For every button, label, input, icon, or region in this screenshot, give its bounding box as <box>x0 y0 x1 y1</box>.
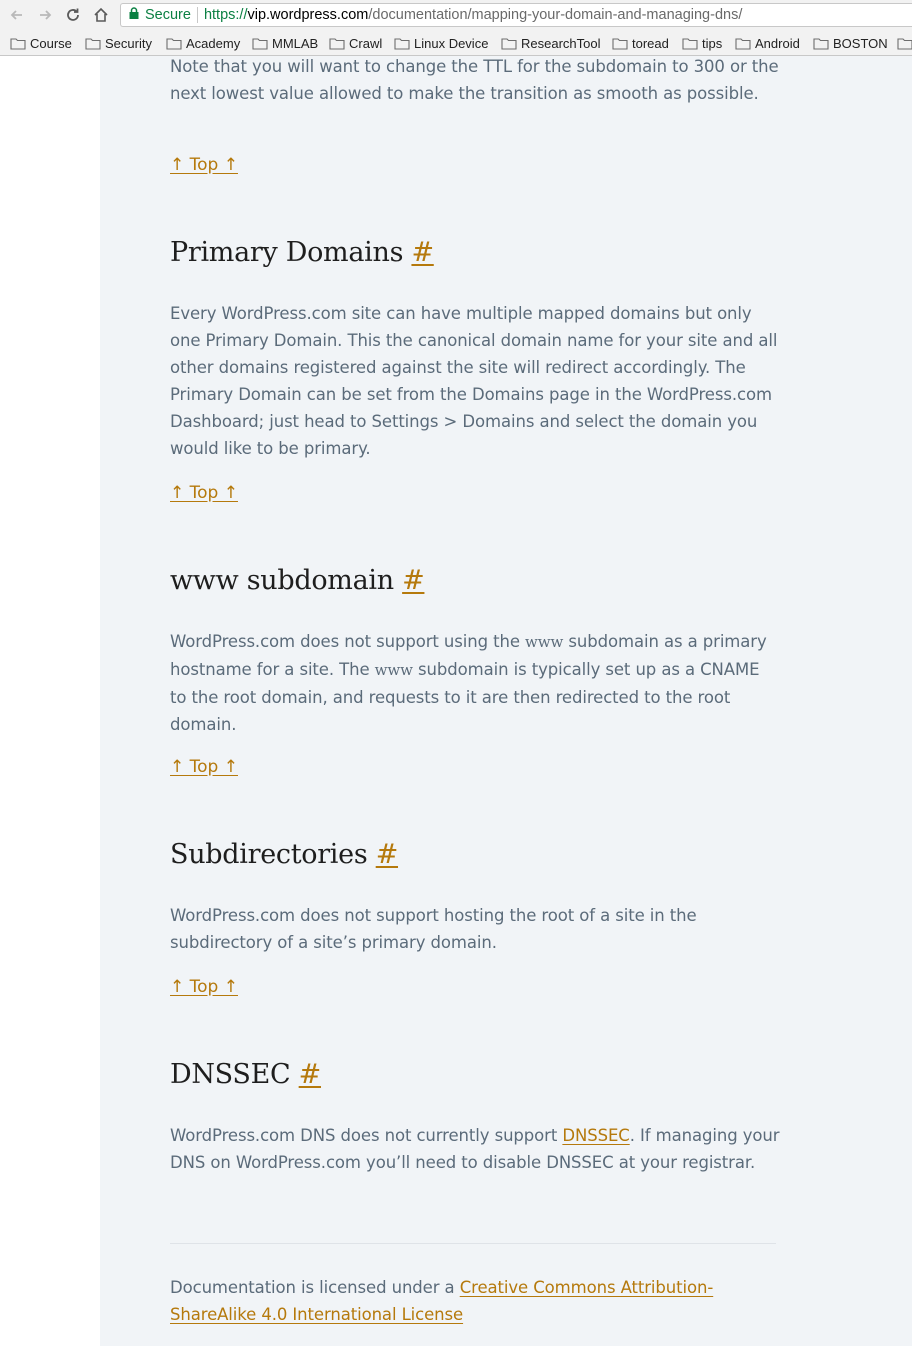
heading-anchor-link[interactable]: # <box>402 565 425 596</box>
secure-label: Secure <box>145 7 191 23</box>
folder-icon <box>329 37 345 50</box>
heading-text: DNSSEC <box>170 1059 291 1090</box>
bookmark-folder-linux-device[interactable]: Linux Device <box>394 35 488 51</box>
reload-icon <box>67 8 79 21</box>
arrow-left-icon <box>10 10 22 20</box>
heading-text: Subdirectories <box>170 839 368 870</box>
arrow-right-icon <box>40 10 52 20</box>
back-to-top-link[interactable]: ↑ Top ↑ <box>170 755 238 779</box>
forward-button[interactable] <box>34 4 56 26</box>
dnssec-paragraph: WordPress.com DNS does not currently sup… <box>170 1126 780 1172</box>
folder-icon <box>682 37 698 50</box>
home-button[interactable] <box>90 4 112 26</box>
license-footer: Documentation is licensed under a Creati… <box>170 1278 714 1324</box>
heading-text: Primary Domains <box>170 237 404 268</box>
bookmark-folder-crawl[interactable]: Crawl <box>329 35 382 51</box>
bookmark-folder-course[interactable]: Course <box>10 35 72 51</box>
bookmark-folder-academy[interactable]: Academy <box>166 35 240 51</box>
folder-icon <box>735 37 751 50</box>
heading-anchor-link[interactable]: # <box>299 1059 322 1090</box>
bookmark-folder-android[interactable]: Android <box>735 35 800 51</box>
back-to-top-link[interactable]: ↑ Top ↑ <box>170 481 238 505</box>
back-button[interactable] <box>6 4 28 26</box>
heading-anchor-link[interactable]: # <box>411 237 434 268</box>
code-www: www <box>525 633 564 651</box>
url-scheme: https:// <box>203 7 248 23</box>
back-to-top-link[interactable]: ↑ Top ↑ <box>170 153 238 177</box>
folder-icon <box>85 37 101 50</box>
lock-icon <box>129 7 139 23</box>
code-www: www <box>374 661 413 679</box>
bookmark-folder-boston[interactable]: BOSTON <box>813 35 888 51</box>
bookmark-folder-security[interactable]: Security <box>85 35 152 51</box>
section-heading-primary-domains: Primary Domains # <box>170 235 434 271</box>
folder-icon <box>166 37 182 50</box>
folder-icon <box>897 37 912 50</box>
section-heading-dnssec: DNSSEC # <box>170 1057 321 1093</box>
url-path: /documentation/mapping-your-domain-and-m… <box>368 7 743 23</box>
back-to-top-link[interactable]: ↑ Top ↑ <box>170 975 238 999</box>
heading-anchor-link[interactable]: # <box>376 839 399 870</box>
reload-button[interactable] <box>62 4 84 26</box>
page-viewport: Note that you will want to change the TT… <box>0 56 912 1346</box>
section-heading-www-subdomain: www subdomain # <box>170 563 425 599</box>
omnibox-separator <box>196 7 198 23</box>
heading-text: www subdomain <box>170 565 394 596</box>
bookmark-folder-mmlab[interactable]: MMLAB <box>252 35 318 51</box>
bookmark-folder-researchtool[interactable]: ResearchTool <box>501 35 601 51</box>
bookmark-folder-overflow[interactable] <box>897 35 912 51</box>
section-heading-subdirectories: Subdirectories # <box>170 837 398 873</box>
browser-toolbar: Secure https://vip.wordpress.com/documen… <box>0 0 912 30</box>
primary-domains-paragraph: Every WordPress.com site can have multip… <box>170 304 778 458</box>
bookmark-folder-toread[interactable]: toread <box>612 35 669 51</box>
dnssec-link[interactable]: DNSSEC <box>562 1126 629 1145</box>
bookmarks-bar: Course Security Academy MMLAB Crawl Linu… <box>0 30 912 56</box>
subdirectories-paragraph: WordPress.com does not support hosting t… <box>170 906 697 952</box>
url-host: vip.wordpress.com <box>247 7 369 23</box>
home-icon <box>94 7 108 22</box>
folder-icon <box>612 37 628 50</box>
www-subdomain-paragraph: WordPress.com does not support using the… <box>170 632 767 734</box>
folder-icon <box>394 37 410 50</box>
ttl-note-paragraph: Note that you will want to change the TT… <box>170 57 779 103</box>
folder-icon <box>10 37 26 50</box>
folder-icon <box>252 37 268 50</box>
address-bar[interactable]: Secure https://vip.wordpress.com/documen… <box>120 3 912 27</box>
folder-icon <box>501 37 517 50</box>
footer-divider <box>170 1243 776 1244</box>
bookmark-folder-tips[interactable]: tips <box>682 35 722 51</box>
folder-icon <box>813 37 829 50</box>
